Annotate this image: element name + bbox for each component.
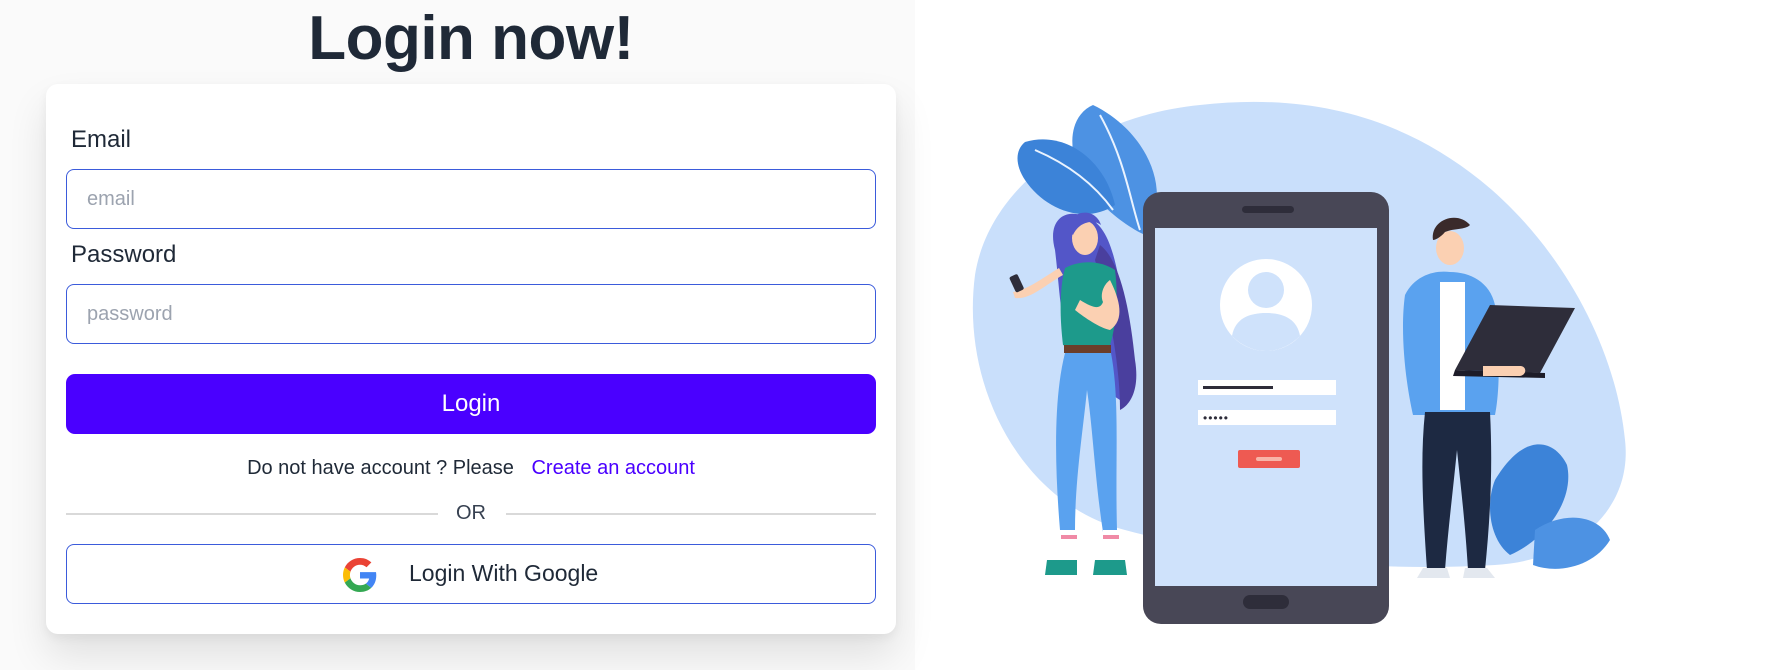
- create-account-link[interactable]: Create an account: [531, 457, 694, 479]
- google-logo-icon: [343, 558, 377, 592]
- page-title: Login now!: [308, 4, 634, 73]
- phone-illustration: •••••: [1143, 192, 1389, 624]
- signup-row: Do not have account ? Please Create an a…: [46, 457, 896, 480]
- login-illustration: •••••: [972, 101, 1626, 624]
- login-card: Email Password Login Do not have account…: [46, 84, 896, 634]
- divider-line-right: [506, 513, 876, 515]
- masked-password-text: •••••: [1203, 411, 1229, 425]
- signup-prompt: Do not have account ? Please: [247, 457, 514, 479]
- login-button[interactable]: Login: [66, 374, 876, 434]
- email-input[interactable]: [66, 169, 876, 229]
- password-input[interactable]: [66, 284, 876, 344]
- user-avatar-icon: [1220, 259, 1312, 351]
- email-label: Email: [71, 126, 132, 153]
- google-button-label: Login With Google: [409, 560, 599, 586]
- password-label: Password: [71, 241, 177, 268]
- login-with-google-button[interactable]: Login With Google: [66, 544, 876, 604]
